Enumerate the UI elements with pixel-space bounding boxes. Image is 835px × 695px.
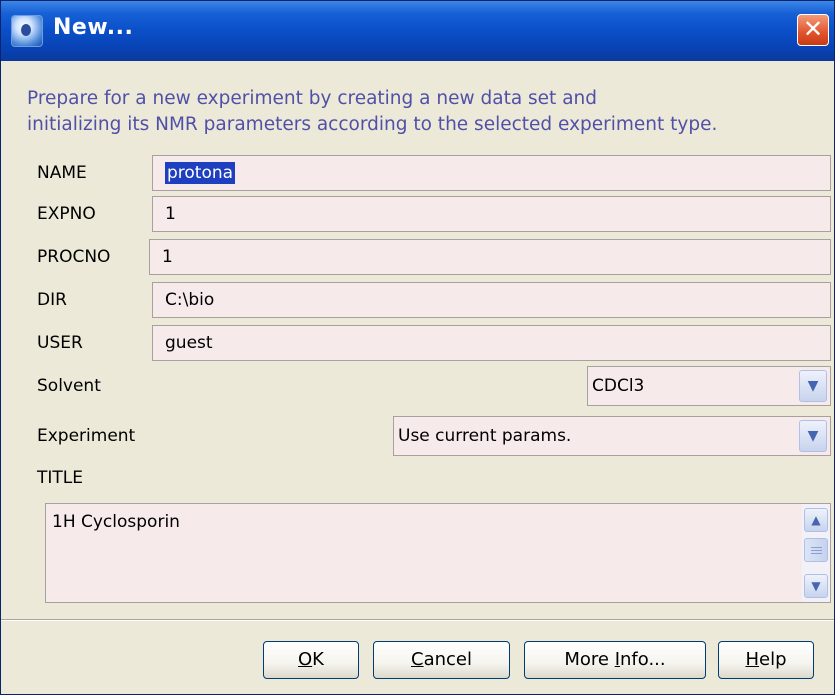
solvent-label: Solvent (37, 376, 101, 396)
more-info-prefix: More (564, 649, 615, 670)
app-icon (11, 15, 43, 47)
experiment-label: Experiment (37, 426, 136, 446)
window-title: New... (53, 15, 134, 40)
description: Prepare for a new experiment by creating… (27, 86, 827, 138)
help-label: elp (759, 649, 787, 670)
scroll-thumb[interactable] (804, 538, 828, 562)
experiment-dropdown[interactable]: Use current params. ▼ (393, 416, 831, 456)
separator (1, 619, 834, 621)
ok-label: K (312, 649, 324, 670)
cancel-label: ancel (423, 649, 472, 670)
help-mnemonic: H (745, 649, 760, 670)
name-label: NAME (37, 163, 87, 183)
user-value: guest (165, 333, 213, 353)
chevron-down-icon[interactable]: ▼ (799, 370, 827, 402)
title-label: TITLE (37, 468, 83, 488)
procno-input[interactable]: 1 (149, 239, 831, 275)
user-label: USER (37, 333, 83, 353)
ok-mnemonic: O (298, 649, 313, 670)
description-line-1: Prepare for a new experiment by creating… (27, 88, 597, 109)
title-scrollbar[interactable]: ▲ ▼ (802, 504, 830, 602)
user-input[interactable]: guest (152, 325, 831, 361)
expno-label: EXPNO (37, 204, 96, 224)
more-info-label: nfo... (620, 649, 666, 670)
name-input[interactable]: protona (152, 155, 831, 191)
dir-input[interactable]: C:\bio (152, 282, 831, 318)
title-bar[interactable]: New... ✕ (1, 1, 834, 61)
new-dialog: New... ✕ Prepare for a new experiment by… (0, 0, 835, 695)
title-textarea[interactable]: 1H Cyclosporin ▲ ▼ (45, 503, 831, 603)
expno-value: 1 (165, 204, 176, 224)
scroll-down-icon[interactable]: ▼ (804, 574, 828, 598)
name-value: protona (165, 162, 236, 184)
dir-label: DIR (37, 290, 67, 310)
experiment-value: Use current params. (398, 426, 572, 446)
close-button[interactable]: ✕ (797, 14, 829, 46)
procno-value: 1 (162, 247, 173, 267)
cancel-button[interactable]: Cancel (373, 641, 510, 679)
help-button[interactable]: Help (718, 641, 814, 679)
ok-button[interactable]: OK (263, 641, 359, 679)
dir-value: C:\bio (165, 290, 215, 310)
description-line-2: initializing its NMR parameters accordin… (27, 114, 718, 135)
title-value: 1H Cyclosporin (52, 512, 180, 532)
solvent-value: CDCl3 (592, 376, 645, 396)
procno-label: PROCNO (37, 247, 111, 267)
more-info-button[interactable]: More Info... (524, 641, 706, 679)
scroll-up-icon[interactable]: ▲ (804, 508, 828, 532)
expno-input[interactable]: 1 (152, 196, 831, 232)
cancel-mnemonic: C (411, 649, 424, 670)
solvent-dropdown[interactable]: CDCl3 ▼ (587, 366, 831, 406)
chevron-down-icon[interactable]: ▼ (799, 420, 827, 452)
